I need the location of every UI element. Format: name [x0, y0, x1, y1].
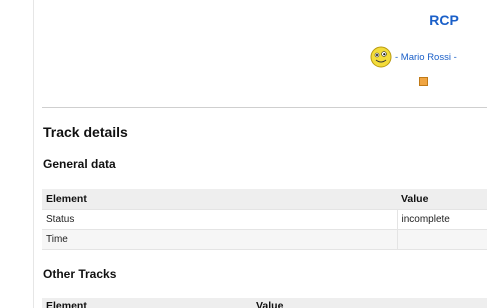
table-header-row: Element Value: [42, 189, 487, 210]
cell-element: Time: [42, 229, 397, 250]
user-info[interactable]: - Mario Rossi -: [369, 45, 457, 69]
header: RCP - Mario Rossi -: [34, 0, 487, 107]
cell-value: [396, 229, 487, 250]
other-tracks-heading: Other Tracks: [43, 267, 117, 281]
table-row: Status incomplete: [42, 209, 487, 230]
table-row: Time: [42, 229, 487, 250]
smiley-icon: [369, 45, 393, 69]
message-icon[interactable]: [419, 77, 428, 86]
page-title: Track details: [43, 124, 128, 140]
column-header-value: Value: [256, 300, 284, 308]
cell-element: Status: [42, 209, 397, 230]
column-header-element: Element: [46, 300, 87, 308]
cell-value: incomplete: [396, 209, 487, 230]
column-header-value: Value: [397, 189, 487, 210]
column-header-element: Element: [42, 189, 397, 210]
app-title[interactable]: RCP: [404, 12, 484, 28]
user-name-link[interactable]: - Mario Rossi -: [395, 52, 457, 63]
general-data-table: Element Value Status incomplete Time: [42, 189, 487, 250]
other-tracks-table-header: Element Value: [42, 298, 487, 308]
general-data-heading: General data: [43, 157, 116, 171]
header-divider: [42, 107, 487, 108]
